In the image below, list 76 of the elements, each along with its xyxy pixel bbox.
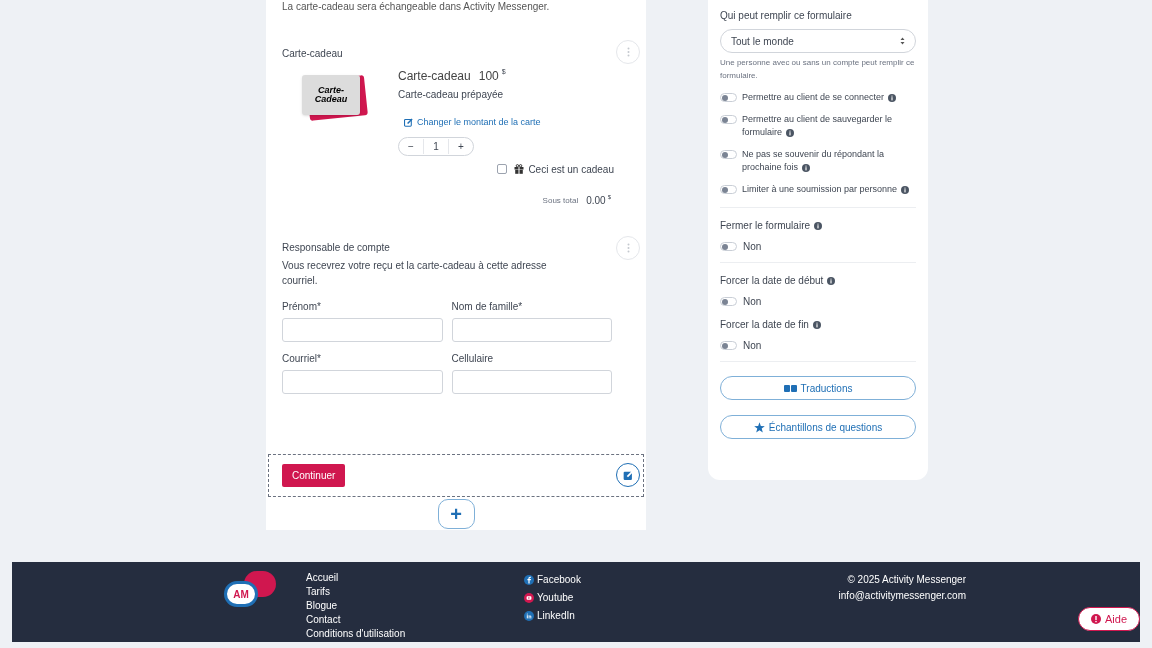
- setting-label: Forcer la date de début: [720, 273, 916, 288]
- option-label: Permettre au client de se connecter: [742, 91, 903, 104]
- card-art-text: Carte-Cadeau: [314, 86, 348, 104]
- star-icon: [753, 421, 765, 433]
- subtotal-label: Sous total: [542, 194, 579, 207]
- gift-icon: [514, 164, 525, 174]
- info-icon: [786, 128, 794, 137]
- translate-icon: [783, 384, 797, 392]
- intro-text: La carte-cadeau sera échangeable dans Activity Messenger.: [281, 1, 551, 13]
- edit-icon: [622, 469, 634, 481]
- footer-link[interactable]: Conditions d'utilisation: [306, 627, 506, 641]
- option-label: Ne pas se souvenir du répondant la prochaine fois: [742, 148, 886, 174]
- increment-button[interactable]: +: [449, 138, 473, 154]
- footer-link[interactable]: Accueil: [306, 571, 506, 585]
- section-title: Carte-cadeau: [282, 47, 343, 61]
- more-icon: [626, 47, 630, 57]
- toggle-value: Non: [743, 240, 762, 254]
- option-label: Limiter à une soumission par personne: [742, 183, 916, 196]
- input-field[interactable]: [282, 317, 443, 342]
- toggle-value: Non: [743, 339, 762, 353]
- product-name: Carte-cadeau: [398, 68, 471, 85]
- linkedin-icon: [524, 610, 534, 621]
- copyright-text: © 2025 Activity Messenger: [847, 573, 966, 587]
- toggle-switch[interactable]: [720, 341, 737, 350]
- edit-icon: [404, 118, 413, 128]
- footer-link[interactable]: Contact: [306, 613, 506, 627]
- subtotal-value: 0.00: [586, 193, 606, 208]
- add-block-button[interactable]: +: [437, 498, 475, 529]
- continue-button[interactable]: Continuer: [282, 463, 346, 487]
- toggle-switch[interactable]: [720, 185, 737, 194]
- input-field[interactable]: [282, 369, 443, 394]
- help-button[interactable]: Aide: [1078, 607, 1141, 631]
- setting-label: Fermer le formulaire: [720, 218, 916, 233]
- info-icon: [901, 185, 910, 194]
- toggle-switch[interactable]: [720, 297, 737, 306]
- option-label: Permettre au client de sauvegarder le formulaire: [742, 113, 894, 139]
- field-label: Prénom*: [282, 299, 322, 314]
- field-label: Nom de famille*: [451, 299, 524, 314]
- info-icon: [814, 222, 823, 231]
- change-amount-link[interactable]: Changer le montant de la carte: [404, 116, 541, 130]
- footer-link[interactable]: Blogue: [306, 599, 506, 613]
- toggle-switch[interactable]: [720, 93, 737, 102]
- help-text: Une personne avec ou sans un compte peut remplir ce formulaire.: [720, 57, 916, 82]
- youtube-icon: [524, 592, 534, 603]
- toggle-switch[interactable]: [720, 242, 737, 251]
- field-label: Cellulaire: [451, 351, 495, 366]
- more-icon: [626, 242, 630, 253]
- sort-caret-icon: [900, 37, 905, 45]
- toggle-switch[interactable]: [720, 115, 737, 124]
- field-label: Qui peut remplir ce formulaire: [720, 9, 853, 23]
- logo-text: AM: [233, 587, 249, 602]
- section-description: Vous recevrez votre reçu et la carte-cadeau à cette adresse courriel.: [282, 258, 548, 288]
- gift-checkbox[interactable]: [497, 164, 508, 174]
- footer-link[interactable]: Tarifs: [306, 585, 506, 599]
- product-description: Carte-cadeau prépayée: [398, 88, 505, 102]
- info-icon: [888, 93, 897, 102]
- info-icon: [802, 163, 811, 172]
- product-price: 100: [478, 68, 499, 85]
- info-icon: [812, 321, 821, 330]
- info-icon: [827, 277, 836, 286]
- social-link[interactable]: Facebook: [524, 572, 724, 587]
- email-link[interactable]: info@activitymessenger.com: [838, 588, 966, 604]
- alert-icon: [1091, 614, 1101, 624]
- decrement-button[interactable]: −: [399, 138, 423, 154]
- quantity-value: 1: [423, 138, 449, 154]
- gift-label: Ceci est un cadeau: [528, 162, 614, 177]
- facebook-icon: [524, 574, 534, 585]
- section-title: Responsable de compte: [282, 240, 390, 255]
- setting-label: Forcer la date de fin: [720, 317, 916, 332]
- field-label: Courriel*: [282, 351, 322, 366]
- social-link[interactable]: Youtube: [524, 590, 724, 605]
- toggle-value: Non: [743, 295, 762, 309]
- social-link[interactable]: LinkedIn: [524, 608, 724, 623]
- input-field[interactable]: [451, 317, 612, 342]
- input-field[interactable]: [451, 369, 612, 394]
- toggle-switch[interactable]: [720, 150, 737, 159]
